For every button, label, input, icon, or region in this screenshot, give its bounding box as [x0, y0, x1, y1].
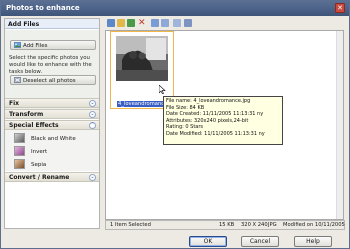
deselect-all-label: Deselect all photos — [23, 78, 76, 84]
special-effects-list: Black and White Invert Sepia — [5, 130, 99, 171]
photos-to-enhance-dialog: Photos to enhance ✕ Add Files Add Files … — [0, 0, 350, 249]
deselect-all-button[interactable]: Deselect all photos — [10, 75, 96, 85]
details-icon[interactable] — [173, 19, 181, 27]
thumbnail-icon[interactable] — [151, 19, 159, 27]
title-bar: Photos to enhance ✕ — [1, 1, 349, 16]
section-fix-label: Fix — [9, 100, 20, 107]
status-selected-count: 1 Item Selected — [110, 222, 151, 228]
effect-black-and-white-label: Black and White — [31, 136, 76, 142]
photo-filename[interactable]: 4_loveandromance.jpg — [117, 101, 169, 107]
status-format: JPG — [268, 222, 277, 228]
add-photo-icon — [13, 42, 22, 48]
status-dimensions: 320 X 240 — [241, 222, 268, 228]
tooltip-file-name: File name: 4_loveandromance.jpg — [166, 98, 251, 104]
view-icon[interactable] — [107, 19, 115, 27]
section-fix[interactable]: Fix ⌄ — [5, 98, 99, 108]
close-icon[interactable]: ✕ — [335, 3, 345, 13]
tooltip-date-modified: Date Modified: 11/11/2005 11:13:31 ny — [166, 130, 265, 137]
refresh-icon[interactable] — [127, 19, 135, 27]
add-files-button[interactable]: Add Files — [10, 40, 96, 50]
section-convert-rename-label: Convert / Rename — [9, 174, 70, 181]
section-special-effects-label: Special Effects — [9, 122, 59, 129]
chevron-up-icon[interactable]: ⌃ — [89, 122, 96, 129]
help-button[interactable]: Help — [294, 236, 332, 247]
section-transform[interactable]: Transform ⌄ — [5, 109, 99, 119]
status-bar: 1 Item Selected 15 KB 320 X 240 JPG Modi… — [105, 220, 345, 230]
mouse-cursor-icon — [159, 85, 166, 94]
chevron-down-icon[interactable]: ⌄ — [89, 111, 96, 118]
add-files-label: Add Files — [23, 43, 48, 49]
vertical-scrollbar[interactable] — [336, 31, 343, 219]
status-modified-date: Modified on 10/11/2005 — [283, 222, 345, 228]
section-convert-rename[interactable]: Convert / Rename ⌄ — [5, 172, 99, 182]
task-pane: Add Files Add Files Select the specific … — [4, 18, 100, 229]
add-files-heading: Add Files — [5, 19, 99, 29]
photo-thumbnail-image[interactable] — [116, 36, 168, 81]
section-transform-label: Transform — [9, 111, 44, 118]
invert-icon — [14, 146, 25, 156]
ok-button[interactable]: OK — [189, 236, 227, 247]
deselect-icon — [13, 77, 22, 83]
chevron-down-icon[interactable]: ⌄ — [89, 174, 96, 181]
window-title: Photos to enhance — [6, 4, 80, 12]
tooltip-file-size: File Size: 84 KB — [166, 104, 205, 111]
list-icon[interactable] — [161, 19, 169, 27]
tooltip-date-created: Date Created: 11/11/2005 11:13:31 ny — [166, 111, 264, 118]
sepia-icon — [14, 159, 25, 169]
tooltip-attributes: Attributes: 320x240 pixels,24-bit — [166, 117, 249, 124]
scan-icon[interactable] — [184, 19, 192, 27]
chevron-down-icon[interactable]: ⌄ — [89, 100, 96, 107]
tooltip-rating: Rating: 0 Stars — [166, 124, 204, 131]
black-and-white-icon — [14, 133, 25, 143]
effect-sepia-label: Sepia — [31, 162, 47, 168]
status-file-size: 15 KB — [219, 222, 235, 228]
folder-icon[interactable] — [117, 19, 125, 27]
delete-icon[interactable]: ✕ — [138, 19, 146, 28]
cancel-button[interactable]: Cancel — [241, 236, 279, 247]
photo-browser[interactable]: 4_loveandromance.jpg File name: 4_lovean… — [105, 30, 344, 220]
add-files-help-text: Select the specific photos you would lik… — [9, 55, 92, 75]
file-info-tooltip: File name: 4_loveandromance.jpg File Siz… — [163, 96, 283, 145]
photo-toolbar: ✕ — [105, 18, 345, 29]
section-special-effects[interactable]: Special Effects ⌃ — [5, 120, 99, 130]
effect-invert-label: Invert — [31, 149, 48, 155]
